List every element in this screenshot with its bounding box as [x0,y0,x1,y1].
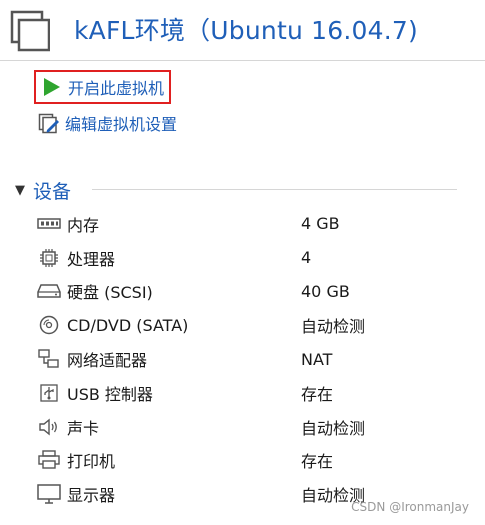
device-name: CD/DVD (SATA) [67,315,189,335]
watermark: CSDN @IronmanJay [351,500,469,514]
device-value: 自动检测 [301,418,366,438]
power-on-vm-label: 开启此虚拟机 [68,79,165,98]
display-icon [36,483,62,505]
header-divider [0,60,485,61]
device-name: 内存 [67,215,100,235]
usb-icon [36,382,62,404]
collapse-arrow-icon[interactable]: ▼ [15,183,25,198]
hard-disk-icon [36,280,62,302]
vm-window-icon [10,10,50,52]
network-adapter-icon [36,348,62,370]
device-row-usb-controller[interactable]: USB 控制器 存在 [36,376,476,410]
device-row-processor[interactable]: 处理器 4 [36,241,476,275]
device-name: 硬盘 (SCSI) [67,283,153,303]
edit-settings-icon [38,112,60,134]
device-name: USB 控制器 [67,384,153,404]
device-name: 网络适配器 [67,351,148,371]
device-value: NAT [301,349,333,369]
device-row-network-adapter[interactable]: 网络适配器 NAT [36,342,476,376]
printer-icon [36,449,62,471]
device-row-printer[interactable]: 打印机 存在 [36,444,476,478]
device-list: 内存 4 GB 处理器 4 硬盘 (SCSI) 40 GB CD/DVD (SA… [36,207,476,511]
device-value: 存在 [301,384,334,404]
power-on-vm-button[interactable]: 开启此虚拟机 [34,70,172,104]
sound-card-icon [36,416,62,438]
device-row-cd-dvd[interactable]: CD/DVD (SATA) 自动检测 [36,308,476,342]
section-divider [92,189,457,190]
memory-icon [36,213,62,235]
page-title: kAFL环境（Ubuntu 16.04.7) [74,16,418,45]
device-value: 自动检测 [301,317,366,337]
play-icon [41,76,63,98]
cpu-icon [36,247,62,269]
device-name: 处理器 [67,249,116,269]
device-row-hard-disk[interactable]: 硬盘 (SCSI) 40 GB [36,275,476,309]
device-row-sound-card[interactable]: 声卡 自动检测 [36,410,476,444]
device-name: 打印机 [67,452,116,472]
cd-dvd-icon [36,314,62,336]
device-value: 4 [301,248,312,268]
devices-section-title: 设备 [33,181,72,203]
device-name: 显示器 [67,486,116,506]
device-value: 40 GB [301,281,350,301]
edit-vm-settings-label: 编辑虚拟机设置 [65,115,178,134]
device-name: 声卡 [67,418,100,438]
device-value: 存在 [301,452,334,472]
device-row-memory[interactable]: 内存 4 GB [36,207,476,241]
devices-section-header[interactable]: ▼ 设备 [15,177,71,204]
edit-vm-settings-button[interactable]: 编辑虚拟机设置 [38,111,177,135]
title-bar: kAFL环境（Ubuntu 16.04.7) [0,0,485,58]
device-value: 4 GB [301,214,340,234]
